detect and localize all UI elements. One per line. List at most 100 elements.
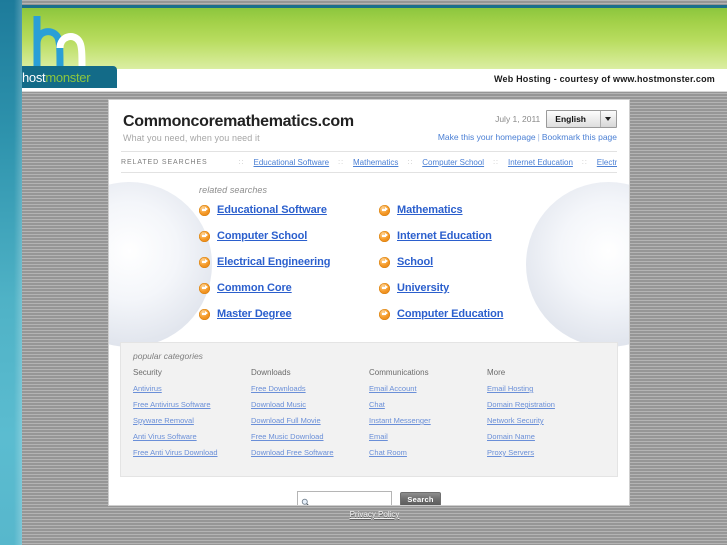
related-searches-bar: RELATED SEARCHES :: Educational Software… (121, 151, 617, 173)
arrow-bullet-icon (379, 204, 390, 216)
related-search-link-3[interactable]: Internet Education (397, 230, 492, 242)
popular-categories-panel: popular categories Security Antivirus Fr… (120, 342, 618, 477)
bookmark-page-link[interactable]: Bookmark this page (542, 132, 617, 142)
related-searches-bar-item-4[interactable]: Electrical Engineering (597, 158, 617, 167)
popular-category-column-more: More Email Hosting Domain Registration N… (487, 368, 605, 464)
hostmonster-wordmark: hostmonster (22, 70, 91, 85)
bar-dots-separator-2: :: (407, 158, 414, 166)
category-link-1-4[interactable]: Download Free Software (251, 448, 369, 457)
category-link-3-1[interactable]: Domain Registration (487, 400, 605, 409)
related-searches-section: related searches Educational Software Ma… (109, 173, 629, 338)
category-link-2-0[interactable]: Email Account (369, 384, 487, 393)
header-utility-area: July 1, 2011 English Make this your home… (438, 110, 617, 142)
related-search-link-8[interactable]: Master Degree (217, 308, 292, 320)
header-links: Make this your homepage | Bookmark this pa… (438, 132, 617, 142)
category-link-0-4[interactable]: Free Anti Virus Download (133, 448, 251, 457)
category-heading-0: Security (133, 368, 162, 377)
bar-dots-separator-0: :: (238, 158, 245, 166)
wordmark-host: host (22, 70, 46, 85)
related-searches-bar-item-3[interactable]: Internet Education (508, 158, 573, 167)
related-search-item[interactable]: Computer School (199, 230, 379, 242)
privacy-policy-link[interactable]: Privacy Policy (350, 510, 400, 519)
category-heading-1: Downloads (251, 368, 291, 377)
category-link-3-3[interactable]: Domain Name (487, 432, 605, 441)
arrow-bullet-icon (379, 230, 390, 242)
category-link-0-0[interactable]: Antivirus (133, 384, 251, 393)
bar-dots-separator-1: :: (338, 158, 345, 166)
left-edge-strip-highlight (14, 0, 22, 545)
category-link-3-4[interactable]: Proxy Servers (487, 448, 605, 457)
related-searches-heading: related searches (199, 185, 268, 195)
category-link-0-1[interactable]: Free Antivirus Software (133, 400, 251, 409)
bar-dots-separator-4: :: (581, 158, 588, 166)
related-search-item[interactable]: Mathematics (379, 204, 559, 216)
popular-category-column-communications: Communications Email Account Chat Instan… (369, 368, 487, 464)
courtesy-text: Web Hosting - courtesy of www.hostmonste… (493, 74, 715, 84)
related-search-item[interactable]: Common Core (199, 282, 379, 294)
arrow-bullet-icon (199, 308, 210, 320)
category-link-2-4[interactable]: Chat Room (369, 448, 487, 457)
current-date: July 1, 2011 (495, 114, 541, 124)
related-search-item[interactable]: Computer Education (379, 308, 559, 320)
related-search-link-9[interactable]: Computer Education (397, 308, 503, 320)
category-link-1-1[interactable]: Download Music (251, 400, 369, 409)
left-edge-strip (0, 0, 22, 545)
hostmonster-logo-tab[interactable]: hostmonster (14, 66, 117, 88)
related-search-item[interactable]: Electrical Engineering (199, 256, 379, 268)
category-heading-3: More (487, 368, 506, 377)
category-link-1-2[interactable]: Download Full Movie (251, 416, 369, 425)
popular-category-column-downloads: Downloads Free Downloads Download Music … (251, 368, 369, 464)
category-link-3-0[interactable]: Email Hosting (487, 384, 605, 393)
related-search-link-6[interactable]: Common Core (217, 282, 292, 294)
category-link-0-3[interactable]: Anti Virus Software (133, 432, 251, 441)
arrow-bullet-icon (379, 256, 390, 268)
make-homepage-link[interactable]: Make this your homepage (438, 132, 536, 142)
chevron-down-icon[interactable] (600, 111, 616, 127)
related-search-item[interactable]: School (379, 256, 559, 268)
related-search-link-4[interactable]: Electrical Engineering (217, 256, 330, 268)
popular-categories-heading: popular categories (133, 351, 203, 361)
arrow-bullet-icon (199, 230, 210, 242)
header-top-rule (14, 5, 727, 8)
category-link-1-3[interactable]: Free Music Download (251, 432, 369, 441)
arrow-bullet-icon (199, 282, 210, 294)
category-heading-2: Communications (369, 368, 429, 377)
related-search-item[interactable]: University (379, 282, 559, 294)
related-search-link-5[interactable]: School (397, 256, 433, 268)
category-link-2-2[interactable]: Instant Messenger (369, 416, 487, 425)
related-searches-bar-item-2[interactable]: Computer School (422, 158, 484, 167)
category-link-1-0[interactable]: Free Downloads (251, 384, 369, 393)
category-link-3-2[interactable]: Network Security (487, 416, 605, 425)
related-search-item[interactable]: Educational Software (199, 204, 379, 216)
category-link-0-2[interactable]: Spyware Removal (133, 416, 251, 425)
category-link-2-3[interactable]: Email (369, 432, 487, 441)
related-searches-bar-item-1[interactable]: Mathematics (353, 158, 398, 167)
related-search-link-2[interactable]: Computer School (217, 230, 307, 242)
arrow-bullet-icon (379, 282, 390, 294)
arrow-bullet-icon (199, 256, 210, 268)
magnifier-icon (301, 494, 310, 505)
related-searches-bar-items: :: Educational Software :: Mathematics :… (230, 158, 617, 167)
date-language-row: July 1, 2011 English (438, 110, 617, 128)
card-header: Commoncoremathematics.com What you need,… (109, 100, 629, 151)
language-select[interactable]: English (546, 110, 617, 128)
related-searches-bar-label: RELATED SEARCHES (121, 158, 208, 166)
green-header-band (14, 8, 727, 73)
category-link-2-1[interactable]: Chat (369, 400, 487, 409)
language-select-value: English (555, 114, 586, 124)
related-search-link-0[interactable]: Educational Software (217, 204, 327, 216)
browser-page: Web Hosting - courtesy of www.hostmonste… (0, 0, 727, 545)
courtesy-bar: Web Hosting - courtesy of www.hostmonste… (14, 69, 727, 92)
wordmark-monster: monster (45, 70, 91, 85)
popular-categories-grid: Security Antivirus Free Antivirus Softwa… (133, 368, 605, 464)
related-searches-grid: Educational Software Mathematics Compute… (199, 204, 629, 320)
arrow-bullet-icon (199, 204, 210, 216)
related-search-item[interactable]: Master Degree (199, 308, 379, 320)
popular-category-column-security: Security Antivirus Free Antivirus Softwa… (133, 368, 251, 464)
arrow-bullet-icon (379, 308, 390, 320)
related-search-link-7[interactable]: University (397, 282, 449, 294)
related-searches-bar-item-0[interactable]: Educational Software (254, 158, 330, 167)
related-search-item[interactable]: Internet Education (379, 230, 559, 242)
hostmonster-hm-logo-icon (27, 14, 97, 69)
related-search-link-1[interactable]: Mathematics (397, 204, 463, 216)
